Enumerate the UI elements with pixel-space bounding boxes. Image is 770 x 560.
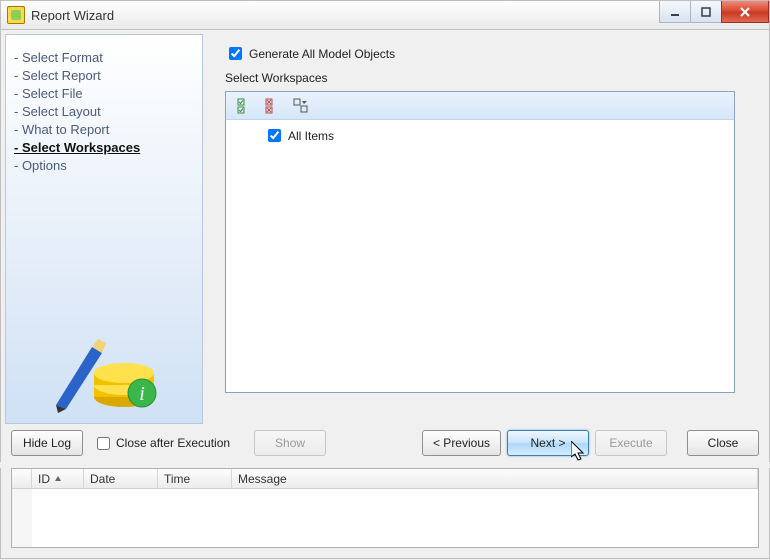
step-select-file[interactable]: - Select File: [14, 85, 194, 103]
close-button[interactable]: Close: [687, 430, 759, 456]
execute-button: Execute: [595, 430, 667, 456]
log-col-message[interactable]: Message: [232, 469, 758, 488]
generate-all-label: Generate All Model Objects: [249, 47, 395, 61]
content-panel: Generate All Model Objects Select Worksp…: [211, 34, 765, 424]
wizard-illustration: i: [46, 335, 161, 415]
window-title: Report Wizard: [31, 8, 114, 23]
log-table: ID Date Time Message: [11, 468, 759, 548]
invert-selection-icon[interactable]: [292, 97, 310, 115]
workspace-item-all[interactable]: All Items: [226, 120, 734, 145]
step-select-layout[interactable]: - Select Layout: [14, 103, 194, 121]
uncheck-all-icon[interactable]: [264, 97, 282, 115]
close-after-execution-checkbox[interactable]: [97, 437, 110, 450]
log-col-date[interactable]: Date: [84, 469, 158, 488]
close-after-execution[interactable]: Close after Execution: [93, 434, 230, 453]
all-items-checkbox[interactable]: [268, 129, 281, 142]
app-icon: [7, 6, 25, 24]
sort-asc-icon: [54, 475, 62, 483]
close-after-execution-label: Close after Execution: [116, 436, 230, 450]
window-controls: [660, 1, 769, 23]
step-select-workspaces[interactable]: - Select Workspaces: [14, 139, 194, 157]
wizard-body: - Select Format - Select Report - Select…: [0, 30, 770, 424]
check-all-icon[interactable]: [236, 97, 254, 115]
next-button[interactable]: Next >: [507, 430, 589, 456]
all-items-label: All Items: [288, 129, 334, 143]
close-window-button[interactable]: [721, 1, 769, 23]
step-select-format[interactable]: - Select Format: [14, 49, 194, 67]
previous-button[interactable]: < Previous: [422, 430, 501, 456]
show-button: Show: [254, 430, 326, 456]
hide-log-button[interactable]: Hide Log: [11, 430, 83, 456]
log-header: ID Date Time Message: [12, 469, 758, 489]
titlebar: Report Wizard: [0, 0, 770, 30]
step-what-to-report[interactable]: - What to Report: [14, 121, 194, 139]
maximize-button[interactable]: [690, 1, 722, 23]
log-body: [12, 489, 758, 547]
svg-text:i: i: [139, 383, 145, 405]
workspaces-list: All Items: [225, 91, 735, 393]
steps-panel: - Select Format - Select Report - Select…: [5, 34, 203, 424]
log-col-time[interactable]: Time: [158, 469, 232, 488]
generate-all-checkbox[interactable]: [229, 47, 242, 60]
log-col-id[interactable]: ID: [32, 469, 84, 488]
step-options[interactable]: - Options: [14, 157, 194, 175]
select-workspaces-label: Select Workspaces: [225, 71, 753, 85]
button-row: Hide Log Close after Execution Show < Pr…: [0, 424, 770, 462]
minimize-button[interactable]: [659, 1, 691, 23]
step-select-report[interactable]: - Select Report: [14, 67, 194, 85]
workspaces-toolbar: [226, 92, 734, 120]
